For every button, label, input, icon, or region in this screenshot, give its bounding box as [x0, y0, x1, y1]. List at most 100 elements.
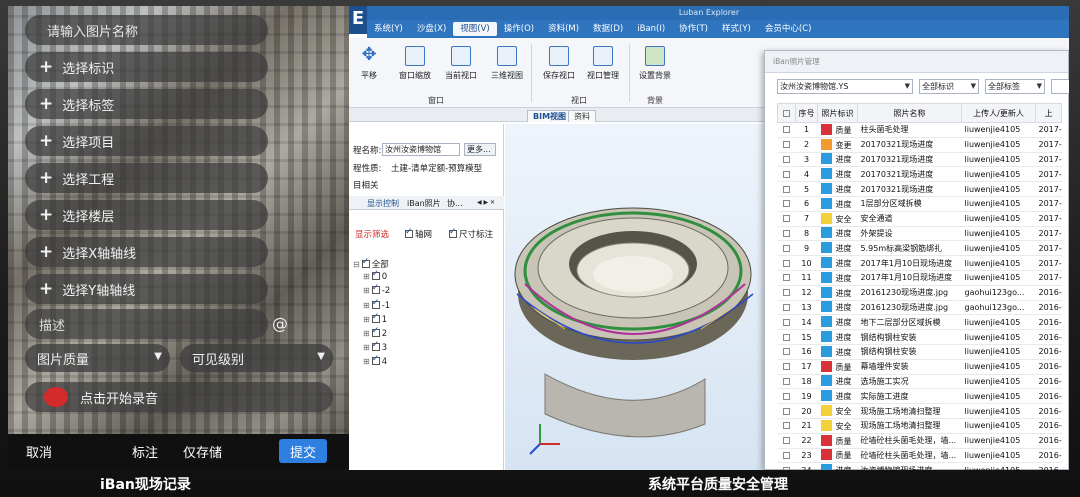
table-row[interactable]: 22 质量 砼墙砼柱头菌毛处理，墙... liuwenjie4105 2016-: [777, 433, 1062, 449]
expand-icon[interactable]: ⊞: [363, 286, 370, 295]
expand-icon[interactable]: ⊞: [363, 315, 370, 324]
menu-item-6[interactable]: iBan(I): [630, 22, 672, 36]
row-checkbox[interactable]: [777, 166, 796, 183]
tree-node[interactable]: ⊞2: [363, 326, 387, 339]
row-checkbox[interactable]: [777, 122, 796, 138]
menu-item-9[interactable]: 会员中心(C): [758, 22, 819, 36]
expand-icon[interactable]: ⊞: [363, 343, 370, 352]
select-item-3[interactable]: + 选择工程: [25, 163, 268, 193]
expand-icon[interactable]: ⊞: [363, 272, 370, 281]
checkbox-icon[interactable]: [371, 283, 380, 295]
display-filter-button[interactable]: 显示筛选: [355, 228, 389, 240]
project-filter-select[interactable]: 汝州汝瓷博物馆.YS ▼: [777, 79, 913, 94]
row-checkbox[interactable]: [777, 285, 796, 301]
table-row[interactable]: 24 进度 汝瓷博物馆现场进度liuwenjie41052016-: [777, 462, 1062, 470]
checkbox-icon[interactable]: [371, 340, 380, 352]
table-row[interactable]: 13 进度 20161230现场进度.jpg gaohui123go... 2016-: [777, 300, 1062, 316]
tree-node[interactable]: ⊞ -1: [363, 298, 390, 311]
record-audio-button[interactable]: 点击开始录音: [25, 382, 333, 412]
table-row[interactable]: 7 安全 安全通道 liuwenjie4105 2017-: [777, 211, 1062, 227]
table-row[interactable]: 17 质量 幕墙埋件安装 liuwenjie4105 2016-: [777, 359, 1062, 375]
select-item-0[interactable]: + 选择标识: [25, 52, 268, 82]
row-checkbox[interactable]: [777, 448, 796, 464]
menu-item-8[interactable]: 样式(Y): [715, 22, 758, 36]
row-checkbox[interactable]: [777, 240, 796, 257]
select-all-checkbox[interactable]: [777, 103, 796, 123]
select-item-6[interactable]: + 选择Y轴轴线: [25, 274, 268, 304]
table-row[interactable]: 8 进度 外架提设 liuwenjie4105 2017-: [777, 226, 1062, 242]
select-item-1[interactable]: + 选择标签: [25, 89, 268, 119]
table-row[interactable]: 23 质量 砼墙砼柱头菌毛处理，墙... liuwenjie4105 2016-: [777, 448, 1062, 464]
set-background-button[interactable]: 设置背景: [631, 46, 679, 81]
checkbox-icon[interactable]: [371, 326, 380, 337]
table-row[interactable]: 20 安全 现场施工场地清扫整理 liuwenjie4105 2016-: [777, 403, 1062, 419]
window-zoom-button[interactable]: 窗口缩放: [391, 46, 439, 81]
table-row[interactable]: 11 进度 2017年1月10日现场进度 liuwenjie4105 2017-: [777, 270, 1062, 286]
table-row[interactable]: 6 进度 1层部分区域拆模 liuwenjie4105 2017-: [777, 196, 1062, 212]
menu-item-5[interactable]: 数据(D): [586, 22, 630, 36]
table-row[interactable]: 9 进度 5.95m标高梁钢筋绑扎 liuwenjie4105 2017-: [777, 240, 1062, 257]
row-checkbox[interactable]: [777, 344, 796, 360]
row-checkbox[interactable]: [777, 255, 796, 271]
mark-filter-select[interactable]: 全部标识 ▼: [919, 79, 979, 94]
menu-item-2[interactable]: 视图(V): [453, 22, 497, 36]
checkbox-icon[interactable]: [371, 269, 380, 281]
visibility-select[interactable]: 可见级别 ▼: [180, 344, 333, 372]
checkbox-icon[interactable]: [371, 354, 380, 366]
column-header-name[interactable]: 照片名称: [857, 103, 962, 123]
save-only-button[interactable]: 仅存储: [183, 442, 222, 461]
dimension-checkbox[interactable]: 尺寸标注: [449, 227, 493, 240]
tree-node[interactable]: ⊟全部: [353, 257, 389, 270]
collapse-icon[interactable]: ⊟: [353, 260, 360, 269]
checkbox-icon[interactable]: [371, 312, 380, 323]
row-checkbox[interactable]: [777, 314, 796, 331]
save-viewport-button[interactable]: 保存视口: [535, 46, 583, 81]
table-row[interactable]: 21 安全 现场施工场地清扫整理 liuwenjie4105 2016-: [777, 418, 1062, 434]
tab-display-control[interactable]: 显示控制: [367, 198, 399, 209]
row-checkbox[interactable]: [777, 196, 796, 212]
tab-scroll-arrows[interactable]: ◀ ▶ ✕: [477, 199, 495, 206]
pan-button[interactable]: ✥ 平移: [349, 46, 393, 81]
row-checkbox[interactable]: [777, 418, 796, 434]
expand-icon[interactable]: ⊞: [363, 329, 370, 338]
menu-item-1[interactable]: 沙盘(X): [410, 22, 453, 36]
tab-collaboration[interactable]: 协...: [447, 198, 463, 209]
description-input[interactable]: 描述: [25, 309, 268, 339]
table-row[interactable]: 3 进度 20170321现场进度 liuwenjie4105 2017-: [777, 152, 1062, 168]
checkbox-icon[interactable]: [371, 298, 380, 309]
tab-iban-photos[interactable]: iBan照片: [407, 198, 441, 209]
row-checkbox[interactable]: [777, 270, 796, 286]
table-row[interactable]: 18 进度 选场施工实况 liuwenjie4105 2016-: [777, 374, 1062, 390]
expand-icon[interactable]: ⊞: [363, 301, 370, 310]
select-item-5[interactable]: + 选择X轴轴线: [25, 237, 268, 267]
menu-item-0[interactable]: 系统(Y): [367, 22, 410, 36]
tab-bim-view[interactable]: BIM视图: [527, 110, 573, 122]
submit-button[interactable]: 提交: [279, 439, 327, 463]
table-row[interactable]: 14 进度 地下二层部分区域拆模 liuwenjie4105 2016-: [777, 314, 1062, 331]
tab-documents[interactable]: 资料: [568, 110, 596, 122]
column-header-index[interactable]: 序号: [795, 103, 818, 123]
mention-icon[interactable]: @: [272, 314, 288, 333]
menu-item-4[interactable]: 资料(M): [541, 22, 586, 36]
row-checkbox[interactable]: [777, 329, 796, 345]
select-item-2[interactable]: + 选择项目: [25, 126, 268, 156]
table-row[interactable]: 16 进度 钢结构钢柱安装 liuwenjie4105 2016-: [777, 344, 1062, 360]
row-checkbox[interactable]: [777, 462, 796, 470]
more-button[interactable]: 更多...: [464, 143, 496, 156]
3d-view-button[interactable]: 三维视图: [483, 46, 531, 81]
tree-node[interactable]: ⊞3: [363, 340, 387, 353]
row-checkbox[interactable]: [777, 359, 796, 375]
viewport-manage-button[interactable]: 视口管理: [579, 46, 627, 81]
row-checkbox[interactable]: [777, 388, 796, 405]
table-row[interactable]: 15 进度 钢结构钢柱安装 liuwenjie4105 2016-: [777, 329, 1062, 345]
tree-node[interactable]: ⊞4: [363, 354, 387, 367]
expand-icon[interactable]: ⊞: [363, 357, 370, 366]
column-header-uploader[interactable]: 上传人/更新人: [961, 103, 1036, 123]
extra-filter-select[interactable]: [1051, 79, 1069, 94]
annotate-button[interactable]: 标注: [132, 442, 158, 461]
table-row[interactable]: 10 进度 2017年1月10日现场进度 liuwenjie4105 2017-: [777, 255, 1062, 271]
current-viewport-button[interactable]: 当前视口: [437, 46, 485, 81]
table-row[interactable]: 5 进度 20170321现场进度 liuwenjie4105 2017-: [777, 181, 1062, 197]
row-checkbox[interactable]: [777, 152, 796, 168]
image-name-search-input[interactable]: 请输入图片名称: [25, 15, 268, 45]
